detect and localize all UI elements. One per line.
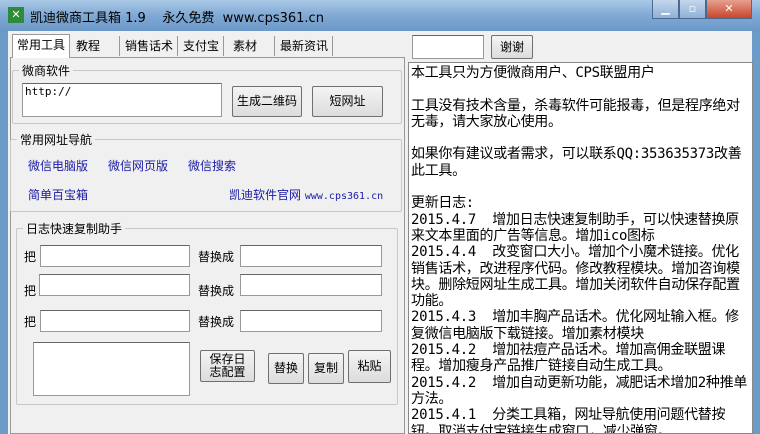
to-label: 替换成: [198, 315, 235, 329]
from-input-3[interactable]: [40, 310, 190, 332]
link-wechat-web[interactable]: 微信网页版: [108, 157, 168, 174]
tab-alipay[interactable]: 支付宝: [179, 36, 225, 56]
minimize-icon: ▁: [661, 2, 670, 15]
tab-latest-news[interactable]: 最新资讯: [276, 36, 334, 56]
maximize-button[interactable]: ▫: [679, 0, 706, 19]
close-button[interactable]: ✕: [706, 0, 752, 19]
title-bar[interactable]: ✕ 凯迪微商工具箱 1.9 永久免费 www.cps361.cn ▁ ▫ ✕: [0, 0, 760, 32]
from-label: 把: [24, 284, 37, 298]
to-label: 替换成: [198, 250, 235, 264]
to-input-3[interactable]: [240, 310, 382, 332]
thanks-input[interactable]: [412, 35, 484, 59]
info-textarea[interactable]: 本工具只为方便微商用户、CPS联盟用户 工具没有技术含量，杀毒软件可能报毒，但是…: [408, 62, 753, 434]
tab-materials[interactable]: 素材: [229, 36, 275, 56]
generate-qrcode-button[interactable]: 生成二维码: [232, 86, 302, 117]
replace-button[interactable]: 替换: [268, 353, 304, 384]
link-simple-toolbox[interactable]: 简单百宝箱: [28, 186, 88, 203]
link-wechat-pc[interactable]: 微信电脑版: [28, 157, 88, 174]
from-label: 把: [24, 315, 37, 329]
link-wechat-search[interactable]: 微信搜索: [188, 157, 236, 174]
group-legend: 常用网址导航: [17, 131, 96, 148]
from-input-1[interactable]: [40, 245, 190, 267]
official-site-url: www.cps361.cn: [304, 191, 384, 202]
short-url-button[interactable]: 短网址: [312, 86, 383, 117]
copy-button[interactable]: 复制: [308, 353, 344, 384]
maximize-icon: ▫: [688, 2, 697, 15]
tab-sales-scripts[interactable]: 销售话术: [121, 36, 179, 56]
link-official-site[interactable]: 凯迪软件官网 www.cps361.cn: [229, 186, 383, 203]
paste-button[interactable]: 粘贴: [348, 350, 391, 383]
group-legend: 微商软件: [19, 62, 74, 79]
group-legend: 日志快速复制助手: [23, 220, 126, 237]
thanks-button[interactable]: 谢谢: [491, 35, 533, 59]
to-input-1[interactable]: [240, 245, 382, 267]
from-input-2[interactable]: [39, 274, 190, 296]
app-icon: ✕: [8, 7, 24, 23]
tab-common-tools[interactable]: 常用工具: [12, 34, 71, 58]
to-label: 替换成: [198, 284, 235, 298]
url-input[interactable]: http://: [22, 83, 222, 117]
window-title: 凯迪微商工具箱 1.9 永久免费 www.cps361.cn: [30, 11, 324, 26]
tab-tutorial[interactable]: 教程: [72, 36, 120, 56]
official-site-label: 凯迪软件官网: [229, 188, 302, 202]
to-input-2[interactable]: [240, 274, 382, 296]
minimize-button[interactable]: ▁: [652, 0, 679, 19]
close-icon: ✕: [724, 2, 734, 15]
from-label: 把: [24, 250, 37, 264]
log-output-textarea[interactable]: [33, 342, 190, 396]
save-log-config-button[interactable]: 保存日志配置: [200, 350, 255, 382]
